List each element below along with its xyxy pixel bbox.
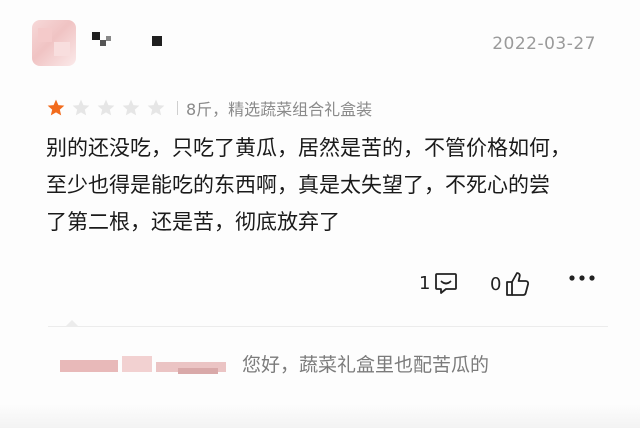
- star-icon: [97, 99, 115, 116]
- review-text-line: 至少也得是能吃的东西啊，真是太失望了，不死心的尝: [46, 173, 550, 197]
- star-icon: [47, 99, 65, 116]
- review-text: 别的还没吃，只吃了黄瓜，居然是苦的，不管价格如何， 至少也得是能吃的东西啊，真是…: [46, 130, 606, 241]
- review-date: 2022-03-27: [492, 34, 596, 54]
- merchant-reply: 您好，蔬菜礼盒里也配苦瓜的: [48, 350, 608, 380]
- like-count: 0: [490, 273, 502, 295]
- reply-divider: [48, 320, 608, 327]
- bottom-edge: [0, 404, 640, 428]
- product-spec: 8斤，精选蔬菜组合礼盒装: [186, 100, 373, 119]
- reviewer-name-redacted: [92, 30, 182, 52]
- divider: [177, 101, 178, 115]
- action-bar: 1 0: [0, 270, 640, 300]
- review-text-line: 了第二根，还是苦，彻底放弃了: [46, 210, 340, 234]
- thumbs-up-icon: [506, 272, 530, 296]
- star-icon: [122, 99, 140, 116]
- star-icon: [147, 99, 165, 116]
- star-icon: [72, 99, 90, 116]
- review-text-line: 别的还没吃，只吃了黄瓜，居然是苦的，不管价格如何，: [46, 136, 571, 160]
- like-button[interactable]: 0: [490, 270, 532, 298]
- comment-count: 1: [419, 272, 431, 294]
- comment-button[interactable]: 1: [419, 270, 459, 296]
- avatar[interactable]: [32, 20, 76, 66]
- reply-text: 您好，蔬菜礼盒里也配苦瓜的: [242, 354, 490, 376]
- reply-author-redacted: [48, 354, 228, 376]
- review-card: 2022-03-27 8斤，精选蔬菜组合礼盒装 别的还没吃，只吃了黄瓜，居然是苦…: [0, 0, 640, 428]
- comment-icon: [435, 273, 458, 294]
- more-button[interactable]: [566, 274, 595, 282]
- rating-row: 8斤，精选蔬菜组合礼盒装: [46, 96, 372, 120]
- more-icon: [569, 275, 595, 281]
